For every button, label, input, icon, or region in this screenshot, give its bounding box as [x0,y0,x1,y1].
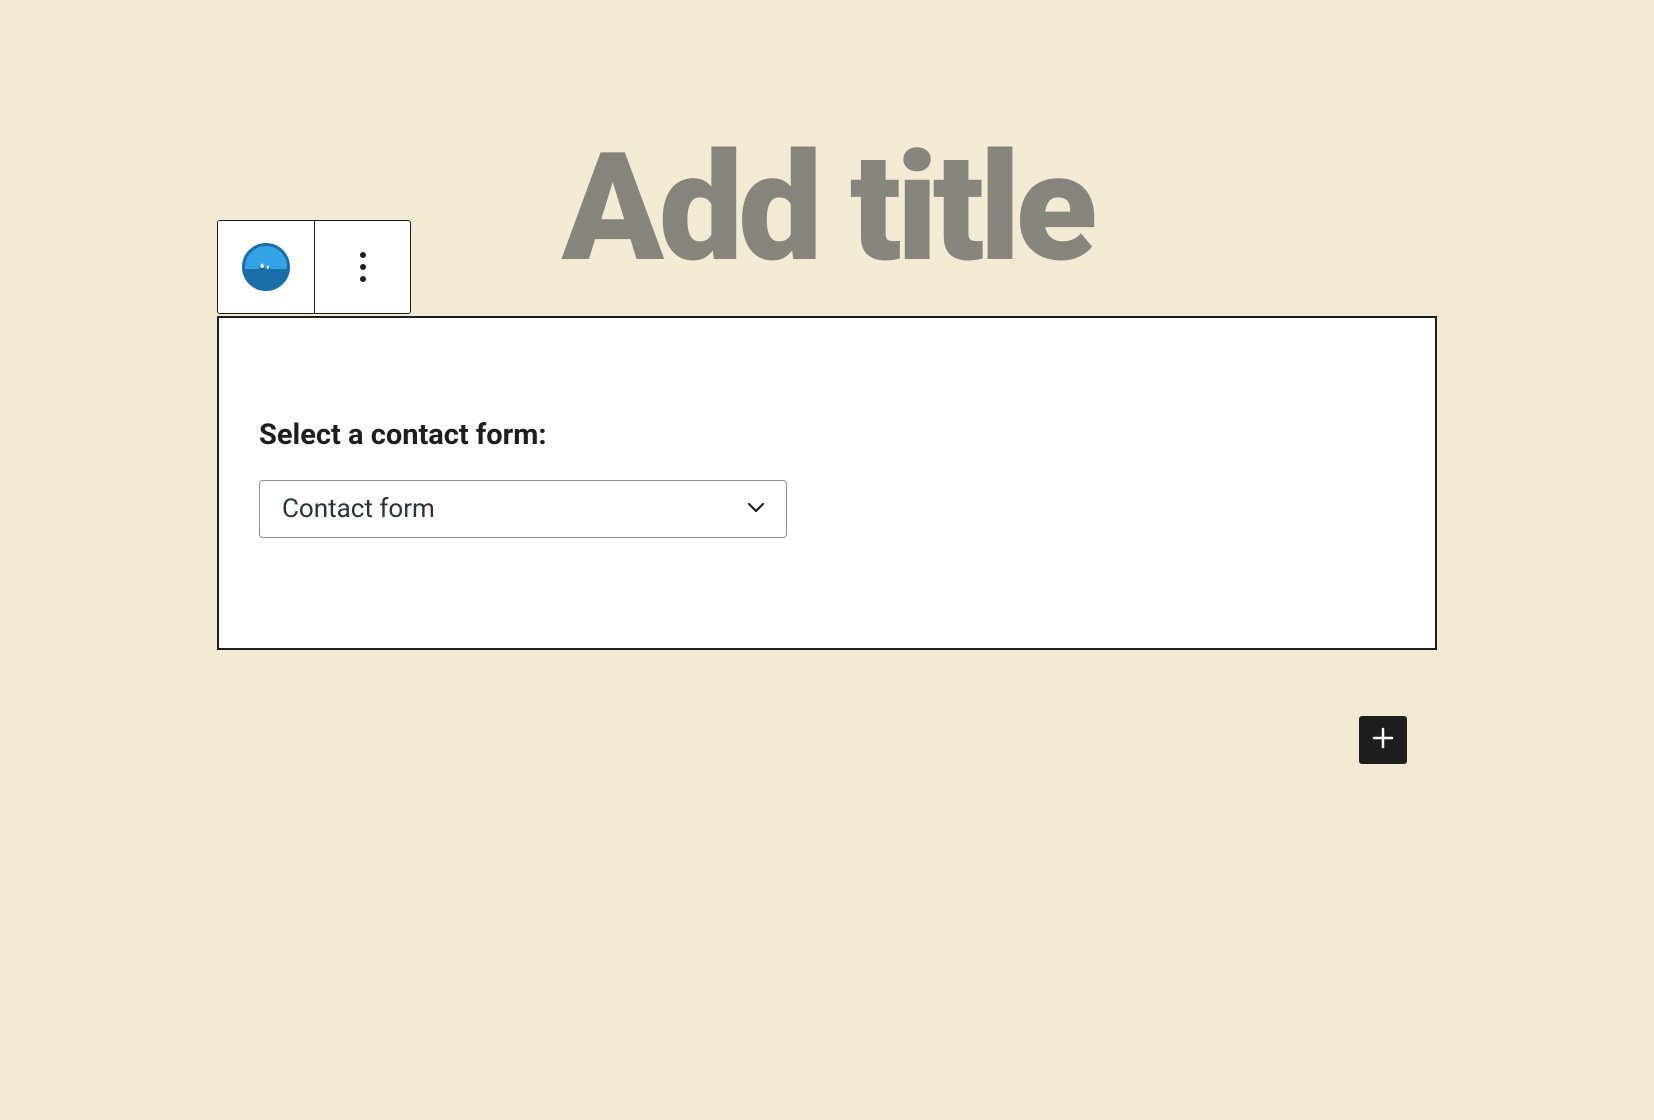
select-value: Contact form [282,494,435,524]
block-type-button[interactable] [218,221,314,313]
contact-form-select[interactable]: Contact form [259,480,787,538]
page-title-input[interactable]: Add title [562,120,1093,296]
mountain-icon [242,243,290,291]
editor-area: Select a contact form: Contact form [217,316,1437,650]
plus-icon [1368,723,1398,757]
block-more-options-button[interactable] [314,221,410,313]
vertical-ellipsis-icon [360,252,366,282]
select-label: Select a contact form: [259,418,1395,452]
add-block-button[interactable] [1359,716,1407,764]
contact-form-block: Select a contact form: Contact form [217,316,1437,650]
block-toolbar [217,220,411,314]
